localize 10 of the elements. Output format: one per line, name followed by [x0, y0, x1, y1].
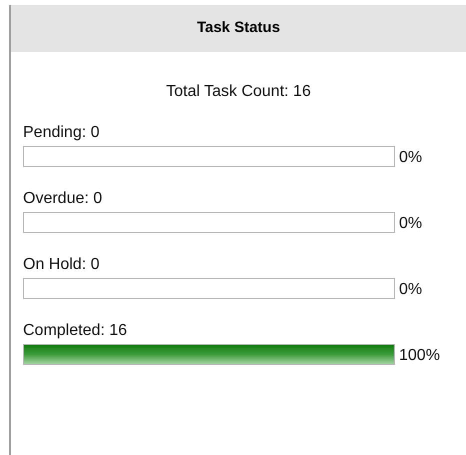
total-count: Total Task Count: 16: [165, 82, 312, 102]
percent-reading: 0%: [399, 280, 422, 300]
panel-header: Task Status: [11, 5, 466, 52]
status-label: Overdue: 0: [23, 190, 102, 208]
status-label: Pending: 0: [23, 124, 100, 142]
status-label: Completed: 16: [23, 322, 128, 340]
percent-reading: 0%: [399, 214, 422, 234]
percent-reading: 100%: [399, 346, 440, 366]
status-label: On Hold: 0: [23, 256, 100, 274]
percent-reading: 0%: [399, 148, 422, 168]
